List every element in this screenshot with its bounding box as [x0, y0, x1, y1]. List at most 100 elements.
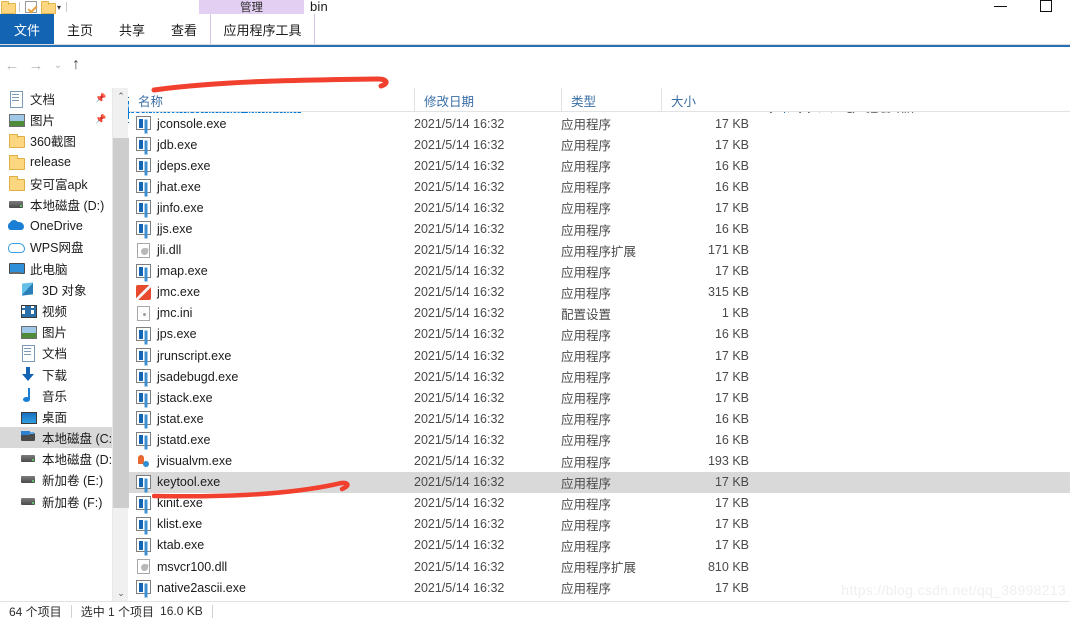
- scrollbar-thumb[interactable]: [113, 138, 129, 508]
- cell-type: 应用程序扩展: [561, 244, 637, 259]
- table-row[interactable]: keytool.exe 2021/5/14 16:32 应用程序 17 KB: [129, 471, 1070, 493]
- sidebar-item-onedrive[interactable]: OneDrive: [0, 215, 112, 236]
- pin-icon[interactable]: [1, 0, 16, 14]
- sidebar-item-documents-quick[interactable]: 文档 📌: [0, 88, 112, 109]
- sidebar-item-local-disk-d-quick[interactable]: 本地磁盘 (D:): [0, 194, 112, 215]
- cell-size: 16 KB: [714, 222, 749, 237]
- cell-type: 应用程序: [561, 223, 612, 238]
- sidebar-item-3d-objects[interactable]: 3D 对象: [0, 279, 112, 300]
- pin-icon[interactable]: 📌: [95, 93, 106, 103]
- desktop-icon: [20, 409, 37, 424]
- sidebar-item-label: 桌面: [42, 410, 68, 425]
- scroll-up-icon[interactable]: ⌃: [113, 88, 129, 104]
- system-drive-icon: [20, 430, 36, 445]
- sidebar-item-label: 视频: [42, 304, 68, 319]
- chevron-down-icon[interactable]: ▾: [57, 1, 61, 14]
- sidebar-item-pictures-quick[interactable]: 图片 📌: [0, 109, 112, 130]
- maximize-button[interactable]: [1024, 0, 1070, 14]
- sidebar-item-local-disk-c[interactable]: 本地磁盘 (C:): [0, 427, 112, 449]
- sidebar-item-wps-cloud[interactable]: WPS网盘: [0, 236, 112, 257]
- status-divider-2: [211, 604, 213, 618]
- table-row[interactable]: jdb.exe 2021/5/14 16:32 应用程序 17 KB: [129, 134, 1070, 155]
- table-row[interactable]: jvisualvm.exe 2021/5/14 16:32 应用程序 193 KB: [129, 451, 1070, 472]
- column-size[interactable]: 大小: [661, 88, 757, 112]
- selection-size: 16.0 KB: [160, 604, 203, 618]
- onedrive-icon: [8, 218, 24, 233]
- sidebar-item-label: 本地磁盘 (D:): [30, 199, 105, 214]
- recent-locations-button[interactable]: ⌄: [48, 55, 68, 75]
- exe-icon: [136, 390, 151, 405]
- sidebar-item-local-disk-d[interactable]: 本地磁盘 (D:): [0, 448, 112, 469]
- table-row[interactable]: jmap.exe 2021/5/14 16:32 应用程序 17 KB: [129, 261, 1070, 282]
- folder-icon: [8, 133, 25, 149]
- tab-home[interactable]: 主页: [54, 14, 106, 45]
- column-name[interactable]: 名称: [129, 88, 414, 112]
- exe-icon: [136, 221, 151, 236]
- sidebar-scrollbar[interactable]: ⌃ ⌄: [112, 88, 129, 601]
- file-explorer-window: ▾ bin 管理 文件 主页 共享 查看 应用程序工具 ← → ⌄ ↑ C: [0, 0, 1070, 620]
- table-row[interactable]: msvcr100.dll 2021/5/14 16:32 应用程序扩展 810 KB: [129, 556, 1070, 577]
- exe-icon: [136, 474, 151, 490]
- table-row[interactable]: jli.dll 2021/5/14 16:32 应用程序扩展 171 KB: [129, 240, 1070, 261]
- sidebar-item-this-pc[interactable]: 此电脑: [0, 258, 112, 279]
- tab-application-tools[interactable]: 应用程序工具: [210, 14, 316, 45]
- minimize-button[interactable]: [978, 0, 1024, 14]
- cell-name: jconsole.exe: [157, 116, 227, 131]
- folder-icon: [8, 155, 25, 170]
- sidebar-item-downloads[interactable]: 下载: [0, 363, 112, 384]
- sidebar-item-360screenshot[interactable]: 360截图: [0, 130, 112, 151]
- table-row[interactable]: jdeps.exe 2021/5/14 16:32 应用程序 16 KB: [129, 155, 1070, 176]
- tab-share[interactable]: 共享: [106, 14, 158, 45]
- sidebar-item-pictures[interactable]: 图片: [0, 321, 112, 342]
- forward-button[interactable]: →: [26, 55, 46, 75]
- sidebar-item-release[interactable]: release: [0, 152, 112, 173]
- sidebar-item-videos[interactable]: 视频: [0, 300, 112, 321]
- sidebar-item-documents[interactable]: 文档: [0, 342, 112, 363]
- cell-name: jvisualvm.exe: [157, 454, 233, 469]
- table-row[interactable]: jrunscript.exe 2021/5/14 16:32 应用程序 17 KB: [129, 345, 1070, 366]
- table-row[interactable]: jstatd.exe 2021/5/14 16:32 应用程序 16 KB: [129, 429, 1070, 450]
- cell-type: 应用程序: [561, 328, 612, 343]
- table-row[interactable]: jstat.exe 2021/5/14 16:32 应用程序 16 KB: [129, 408, 1070, 429]
- file-list[interactable]: jconsole.exe 2021/5/14 16:32 应用程序 17 KB jdb.…: [129, 113, 1070, 601]
- table-row[interactable]: jmc.exe 2021/5/14 16:32 应用程序 315 KB: [129, 282, 1070, 303]
- table-row[interactable]: jhat.exe 2021/5/14 16:32 应用程序 16 KB: [129, 176, 1070, 197]
- sidebar-item-desktop[interactable]: 桌面: [0, 406, 112, 427]
- scroll-down-icon[interactable]: ⌄: [113, 585, 129, 601]
- navigation-pane[interactable]: 文档 📌 图片 📌 360截图 release 安可富apk 本地磁盘 (D:) OneDriv…: [0, 88, 112, 601]
- cell-size: 17 KB: [714, 538, 749, 553]
- cell-name: jstat.exe: [157, 411, 204, 426]
- cell-date-modified: 2021/5/14 16:32: [414, 348, 505, 363]
- back-button[interactable]: ←: [2, 55, 22, 75]
- checkbox-icon[interactable]: [25, 0, 38, 14]
- tab-view[interactable]: 查看: [158, 14, 210, 45]
- tab-file[interactable]: 文件: [0, 14, 54, 45]
- window-controls: [978, 0, 1070, 14]
- table-row[interactable]: jinfo.exe 2021/5/14 16:32 应用程序 17 KB: [129, 197, 1070, 218]
- sidebar-item-new-volume-e[interactable]: 新加卷 (E:): [0, 469, 112, 490]
- sidebar-item-music[interactable]: 音乐: [0, 385, 112, 406]
- pin-icon[interactable]: 📌: [95, 114, 106, 124]
- cell-size: 17 KB: [714, 116, 749, 131]
- sidebar-item-new-volume-f[interactable]: 新加卷 (F:): [0, 491, 112, 512]
- cell-name: jinfo.exe: [157, 200, 204, 215]
- column-type[interactable]: 类型: [561, 88, 661, 112]
- table-row[interactable]: jps.exe 2021/5/14 16:32 应用程序 16 KB: [129, 324, 1070, 345]
- up-button[interactable]: ↑: [66, 55, 86, 75]
- sidebar-item-label: release: [30, 155, 71, 170]
- table-row[interactable]: jmc.ini 2021/5/14 16:32 配置设置 1 KB: [129, 303, 1070, 324]
- sidebar-item-label: 本地磁盘 (C:): [42, 432, 112, 447]
- column-date-modified[interactable]: 修改日期: [414, 88, 561, 112]
- cell-size: 17 KB: [714, 137, 749, 152]
- table-row[interactable]: ktab.exe 2021/5/14 16:32 应用程序 17 KB: [129, 535, 1070, 556]
- table-row[interactable]: jsadebugd.exe 2021/5/14 16:32 应用程序 17 KB: [129, 366, 1070, 387]
- table-row[interactable]: kinit.exe 2021/5/14 16:32 应用程序 17 KB: [129, 493, 1070, 514]
- table-row[interactable]: jconsole.exe 2021/5/14 16:32 应用程序 17 KB: [129, 113, 1070, 134]
- folder-icon[interactable]: [41, 0, 56, 14]
- sidebar-item-ankefu-apk[interactable]: 安可富apk: [0, 173, 112, 194]
- table-row[interactable]: jstack.exe 2021/5/14 16:32 应用程序 17 KB: [129, 387, 1070, 408]
- sidebar-item-label: 音乐: [42, 389, 68, 404]
- cell-size: 315 KB: [707, 285, 749, 300]
- table-row[interactable]: jjs.exe 2021/5/14 16:32 应用程序 16 KB: [129, 218, 1070, 239]
- table-row[interactable]: klist.exe 2021/5/14 16:32 应用程序 17 KB: [129, 514, 1070, 535]
